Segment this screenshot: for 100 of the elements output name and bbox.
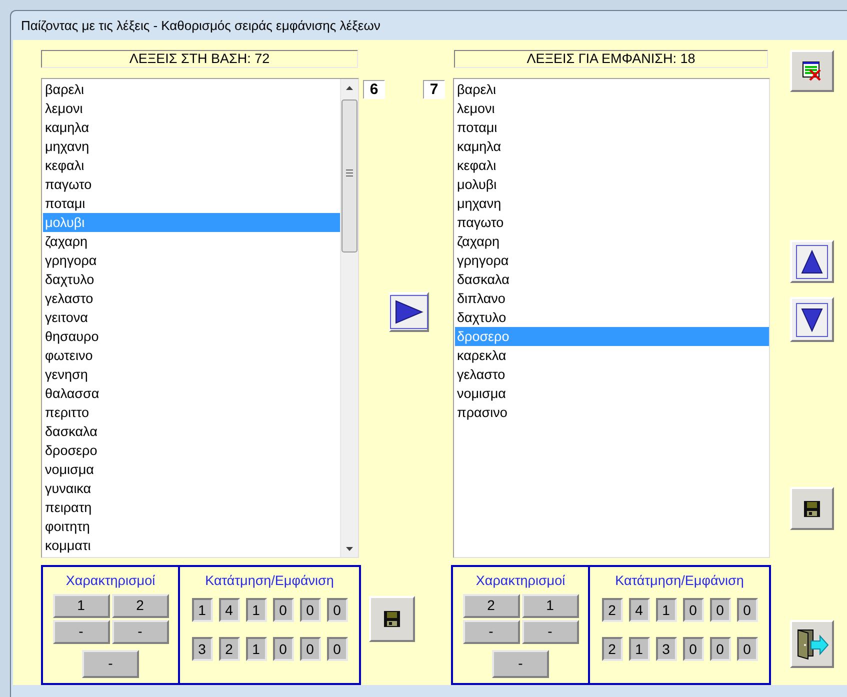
list-item[interactable]: βαρελι [455, 80, 769, 99]
list-item[interactable]: γενηση [43, 365, 340, 384]
list-item[interactable]: φωτεινο [43, 346, 340, 365]
save-icon [383, 610, 401, 628]
number-cell: 0 [326, 637, 348, 661]
list-item[interactable]: θησαυρο [43, 327, 340, 346]
section-title: Κατάτμηση/Εμφάνιση [615, 573, 744, 588]
number-cell: 0 [710, 598, 730, 622]
exit-door-icon [795, 627, 829, 661]
move-right-button[interactable] [389, 292, 429, 332]
tag-button[interactable]: 1 [522, 594, 578, 618]
list-item[interactable]: γρηγορα [43, 251, 340, 270]
list-item[interactable]: γυναικα [43, 479, 340, 498]
save-icon [803, 500, 821, 518]
move-down-button[interactable] [790, 297, 834, 342]
list-item[interactable]: παγωτο [455, 213, 769, 232]
number-cell: 0 [326, 598, 348, 622]
list-item[interactable]: δασκαλα [455, 270, 769, 289]
number-cell: 0 [736, 598, 758, 622]
counter: 6 [363, 80, 385, 99]
list-item[interactable]: ζαχαρη [43, 232, 340, 251]
number-cell: 0 [272, 598, 294, 622]
number-cell: 0 [710, 637, 730, 661]
counter: 7 [423, 80, 445, 99]
tag-button[interactable]: - [82, 650, 139, 678]
list-item[interactable]: γειτονα [43, 308, 340, 327]
list-item[interactable]: δαχτυλο [43, 270, 340, 289]
list-header: ΛΕΞΕΙΣ ΓΙΑ ΕΜΦΑΝΙΣΗ: 18 [454, 50, 768, 68]
word-list[interactable]: βαρελι λεμονι καμηλα μηχανη κεφαλι παγωτο ποταμι μολυβι ζαχαρη γρηγορα δαχτυλο γελαστο γειτονα θησαυρο φωτεινο γενηση θαλασσα περιττο δασκαλα δροσερο νομισμα γυναικα πειρατη φοιτητη κομματι [41, 78, 359, 558]
number-cell: 3 [192, 637, 212, 661]
list-item[interactable]: παγωτο [43, 175, 340, 194]
number-cell: 4 [628, 598, 650, 622]
list-item[interactable]: δαχτυλο [455, 308, 769, 327]
list-item[interactable]: κεφαλι [455, 156, 769, 175]
number-cell: 0 [300, 637, 320, 661]
list-item[interactable]: μηχανη [43, 137, 340, 156]
number-cell: 3 [656, 637, 676, 661]
section-title: Κατάτμηση/Εμφάνιση [205, 573, 334, 588]
list-header: ΛΕΞΕΙΣ ΣΤΗ ΒΑΣΗ: 72 [41, 50, 358, 68]
number-cell: 0 [682, 598, 704, 622]
scrollbar[interactable] [340, 79, 358, 557]
save-button[interactable] [369, 596, 415, 642]
list-item[interactable]: πειρατη [43, 498, 340, 517]
clear-list-icon [801, 61, 823, 81]
list-item[interactable]: λεμονι [455, 99, 769, 118]
number-cell: 1 [656, 598, 676, 622]
list-item[interactable]: φοιτητη [43, 517, 340, 536]
tag-button[interactable]: 1 [52, 594, 110, 618]
move-up-button[interactable] [790, 240, 834, 283]
list-item[interactable]: κομματι [43, 536, 340, 555]
list-item[interactable]: καρεκλα [455, 346, 769, 365]
list-item[interactable]: θαλασσα [43, 384, 340, 403]
section-title: Χαρακτηρισμοί [66, 573, 156, 588]
list-item[interactable]: κεφαλι [43, 156, 340, 175]
window-title: Παίζοντας με τις λέξεις - Καθορισμός σειράς εμφάνισης λέξεων [20, 17, 382, 35]
tag-button[interactable]: - [52, 620, 110, 644]
list-item[interactable]: ποταμι [455, 118, 769, 137]
number-cell: 1 [246, 637, 266, 661]
list-item[interactable]: βαρελι [43, 80, 340, 99]
list-item[interactable]: νομισμα [43, 460, 340, 479]
scroll-up-icon[interactable] [346, 86, 353, 90]
number-cell: 4 [218, 598, 240, 622]
number-cell: 2 [602, 598, 622, 622]
scroll-thumb[interactable] [342, 100, 358, 252]
list-item[interactable]: ποταμι [43, 194, 340, 213]
tag-button[interactable]: - [462, 620, 520, 644]
tag-button[interactable]: - [522, 620, 578, 644]
list-item[interactable]: διπλανο [455, 289, 769, 308]
list-item[interactable]: δροσερο [43, 441, 340, 460]
list-item[interactable]: περιττο [43, 403, 340, 422]
list-item[interactable]: λεμονι [43, 99, 340, 118]
word-list[interactable]: βαρελι λεμονι ποταμι καμηλα κεφαλι μολυβι μηχανη παγωτο ζαχαρη γρηγορα δασκαλα διπλανο δαχτυλο δροσερο καρεκλα γελαστο νομισμα πρασινο [453, 78, 770, 558]
save-button[interactable] [790, 487, 834, 530]
list-item[interactable]: νομισμα [455, 384, 769, 403]
tag-button[interactable]: - [492, 650, 549, 678]
number-cell: 1 [628, 637, 650, 661]
list-item[interactable]: μολυβι [455, 175, 769, 194]
section-title: Χαρακτηρισμοί [476, 573, 566, 588]
number-cell: 2 [602, 637, 622, 661]
number-cell: 2 [218, 637, 240, 661]
list-item[interactable]: πρασινο [455, 403, 769, 422]
list-item[interactable]: γρηγορα [455, 251, 769, 270]
tag-button[interactable]: 2 [112, 594, 168, 618]
number-cell: 0 [736, 637, 758, 661]
number-cell: 0 [272, 637, 294, 661]
list-item[interactable]: μηχανη [455, 194, 769, 213]
clear-button[interactable] [790, 50, 834, 92]
list-item[interactable]: γελαστο [455, 365, 769, 384]
number-cell: 1 [192, 598, 212, 622]
list-item[interactable]: ζαχαρη [455, 232, 769, 251]
number-cell: 0 [300, 598, 320, 622]
list-item[interactable]: γελαστο [43, 289, 340, 308]
list-item[interactable]: καμηλα [455, 137, 769, 156]
tag-button[interactable]: 2 [462, 594, 520, 618]
exit-button[interactable] [790, 620, 834, 668]
tag-button[interactable]: - [112, 620, 168, 644]
list-item[interactable]: δασκαλα [43, 422, 340, 441]
number-cell: 1 [246, 598, 266, 622]
scroll-down-icon[interactable] [346, 547, 353, 551]
list-item[interactable]: καμηλα [43, 118, 340, 137]
